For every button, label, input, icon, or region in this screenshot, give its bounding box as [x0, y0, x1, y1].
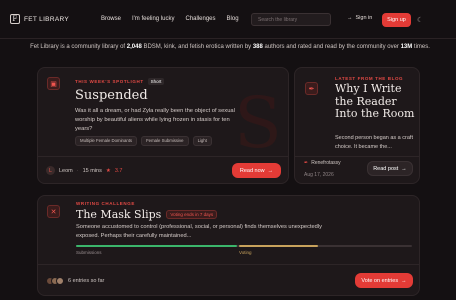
vote-on-entries-button[interactable]: Vote on entries → [355, 273, 413, 288]
blog-label: LATEST FROM THE BLOG [335, 76, 404, 81]
voting-progress [239, 245, 318, 247]
search-input[interactable]: Search the library [251, 13, 331, 26]
tag-chip[interactable]: Multiple Female Dominants [75, 135, 138, 146]
read-time: 15 mins [82, 167, 102, 174]
intro-part: BDSM, kink, and fetish erotica written b… [141, 44, 253, 50]
blog-date: Aug 17, 2026 [304, 172, 334, 178]
blog-author-name[interactable]: Renefrotassy [311, 160, 340, 166]
read-post-label: Read post [373, 165, 399, 172]
logo-icon: F [10, 14, 20, 24]
book-icon: ▣ [47, 77, 60, 90]
entries-summary: 6 entries so far [46, 277, 104, 285]
vote-label: Vote on entries [361, 277, 399, 284]
voting-badge: Voting ends in 7 days [166, 210, 218, 219]
header-divider [0, 38, 456, 39]
nav-challenges[interactable]: Challenges [185, 16, 215, 22]
blog-summary: Second person began as a craft choice. I… [335, 135, 413, 150]
reads-count: 13M [400, 44, 413, 50]
length-badge: Short [147, 78, 165, 85]
sign-in-link[interactable]: → Sign in [347, 15, 372, 21]
author-name[interactable]: Leom [59, 168, 73, 174]
blog-title[interactable]: Why I Write the Reader Into the Room [335, 82, 417, 121]
intro-part: Fet Library is a community library of [30, 44, 127, 50]
spotlight-watermark: S [234, 82, 282, 164]
tag-chip[interactable]: Light [192, 135, 212, 146]
main-nav: Browse I'm feeling lucky Challenges Blog [101, 16, 239, 22]
intro-text: Fet Library is a community library of 2,… [20, 42, 440, 52]
challenge-title[interactable]: The Mask Slips [76, 208, 161, 221]
challenge-heading: The Mask Slips Voting ends in 7 days [76, 208, 218, 221]
challenge-label: WRITING CHALLENGE [76, 201, 135, 206]
blog-card[interactable]: ✒ LATEST FROM THE BLOG Why I Write the R… [294, 67, 420, 184]
intro-part: authors and rated and read by the commun… [262, 44, 401, 50]
pen-icon: ✒ [305, 82, 318, 95]
meta-separator: · [76, 167, 79, 174]
arrow-right-icon: → [401, 277, 407, 284]
nav-browse[interactable]: Browse [101, 16, 121, 22]
sign-in-icon: → [347, 15, 353, 21]
logo[interactable]: F FET LIBRARY [10, 14, 69, 24]
tag-chip[interactable]: Female Submissive [141, 135, 189, 146]
nav-blog[interactable]: Blog [227, 16, 239, 22]
card-divider [38, 156, 288, 157]
spotlight-card[interactable]: S ▣ THIS WEEK'S SPOTLIGHT Short Suspende… [37, 67, 289, 184]
authors-count: 388 [252, 44, 263, 50]
phase-voting: Voting [239, 250, 252, 255]
read-now-label: Read now [239, 167, 265, 174]
phase-submissions: Submissions [76, 250, 102, 255]
works-count: 2,048 [126, 44, 142, 50]
arrow-right-icon: → [401, 165, 407, 172]
moon-icon[interactable]: ☾ [417, 16, 423, 24]
arrow-right-icon: → [267, 167, 274, 174]
intro-part: times. [412, 44, 430, 50]
read-now-button[interactable]: Read now → [232, 163, 281, 178]
submissions-progress [76, 245, 237, 247]
card-divider [295, 156, 419, 157]
read-post-button[interactable]: Read post → [367, 161, 413, 176]
challenge-card[interactable]: ✕ WRITING CHALLENGE The Mask Slips Votin… [37, 195, 420, 296]
close-icon: ✕ [47, 205, 60, 218]
spotlight-title[interactable]: Suspended [75, 88, 148, 103]
avatar-stack [46, 277, 64, 285]
tag-list: Multiple Female Dominants Female Submissi… [75, 129, 216, 147]
logo-text: FET LIBRARY [24, 15, 69, 23]
quill-icon: ✒ [304, 160, 309, 166]
spotlight-meta: L Leom · 15 mins ★ 3.7 [46, 166, 122, 175]
avatar: L [46, 166, 55, 175]
sign-in-label: Sign in [355, 15, 373, 21]
sign-up-button[interactable]: Sign up [382, 13, 411, 27]
blog-author: ✒ Renefrotassy [304, 160, 341, 166]
nav-feeling-lucky[interactable]: I'm feeling lucky [132, 16, 175, 22]
challenge-summary: Someone accustomed to control (professio… [76, 224, 322, 239]
star-icon: ★ [105, 167, 111, 174]
spotlight-label: THIS WEEK'S SPOTLIGHT [75, 79, 144, 84]
card-divider [38, 264, 419, 265]
entries-count: 6 entries so far [68, 278, 105, 284]
avatar [56, 277, 64, 285]
rating-value: 3.7 [114, 167, 123, 174]
